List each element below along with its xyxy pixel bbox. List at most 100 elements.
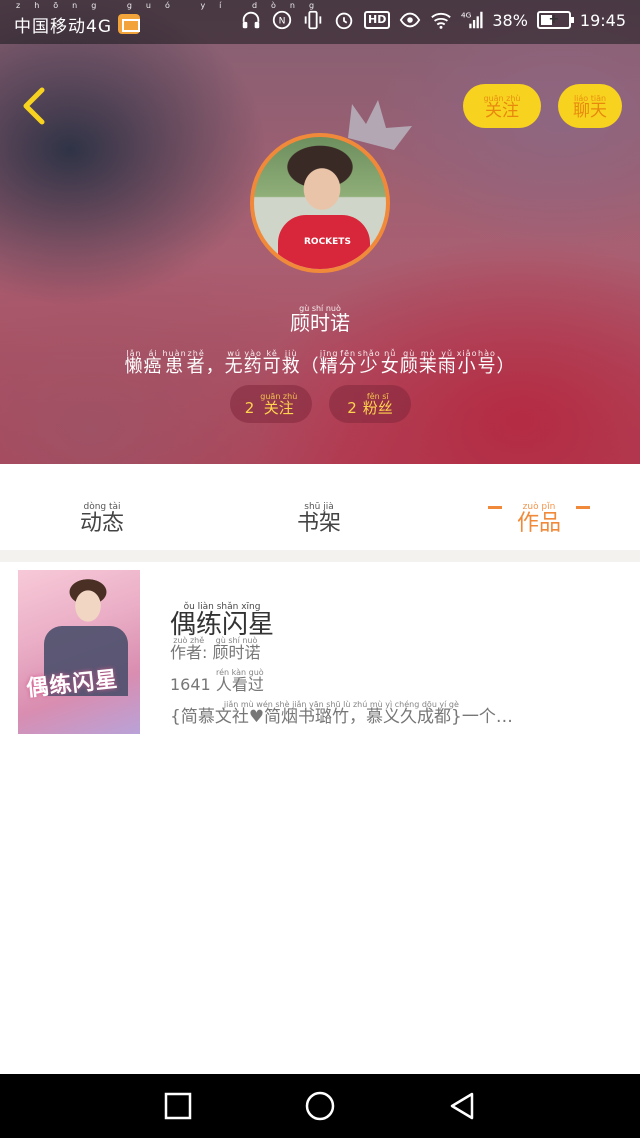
tab-works-pinyin: zuò pǐn — [522, 502, 556, 512]
bio-char: fēn 分 — [339, 349, 358, 377]
bio-char-pinyin — [308, 349, 312, 358]
fans-count-button[interactable]: 2 fěn sī 粉丝 — [329, 385, 411, 423]
chat-button[interactable]: liáo tiān 聊天 — [558, 84, 622, 128]
bio-char: ， — [206, 349, 225, 377]
follow-button[interactable]: guān zhù 关注 — [463, 84, 541, 128]
bio-char: gù 顾 — [400, 349, 419, 377]
bio-char-pinyin — [213, 349, 217, 358]
following-pinyin: guān zhù — [260, 392, 298, 402]
bio-char-pinyin: shǎo — [357, 349, 381, 358]
bio-char: （ — [301, 349, 320, 377]
bio-char-pinyin: huàn — [162, 349, 187, 358]
tab-bookshelf-pinyin: shū jià — [304, 502, 334, 512]
cover-title: 偶练闪星 — [25, 667, 120, 702]
wifi-icon — [430, 9, 452, 31]
chat-button-label: liáo tiān 聊天 — [573, 94, 607, 121]
bio-char-text: 雨 — [437, 356, 457, 377]
bio-char: lǎn 懒 — [125, 349, 144, 377]
bio-char-pinyin: lǎn — [126, 349, 142, 358]
vibrate-icon — [302, 9, 324, 31]
follow-button-label: guān zhù 关注 — [483, 94, 520, 121]
status-right: N HD 4G 38% + 19:45 — [240, 9, 626, 31]
message-notification-icon — [118, 13, 140, 34]
bio-char-text: 药 — [243, 356, 263, 377]
bio-char-text: 分 — [338, 356, 358, 377]
book-card[interactable]: 偶练闪星 ǒu liàn shǎn xīng 偶练闪星 zuò zhě 作者: … — [10, 562, 630, 742]
section-divider — [0, 550, 640, 562]
bio-char-text: 顾 — [399, 356, 419, 377]
profile-name-text: 顾时诺 — [290, 311, 350, 335]
bio-char-pinyin: mò — [420, 349, 436, 358]
bio-char-text: 者 — [186, 356, 206, 377]
system-back-button[interactable] — [446, 1090, 478, 1122]
book-description: jiǎn mù wén shè jiǎn yān shū lù zhú mù y… — [170, 692, 610, 727]
system-navigation-bar — [0, 1074, 640, 1138]
bio-char-pinyin: yǔ — [441, 349, 454, 358]
square-icon — [164, 1092, 192, 1120]
cellular-signal-icon: 4G — [461, 9, 483, 31]
bio-char: nǚ 女 — [381, 349, 400, 377]
bio-char-text: 救 — [281, 356, 301, 377]
circle-icon — [305, 1091, 335, 1121]
follow-pinyin: guān zhù — [483, 94, 521, 104]
recent-apps-button[interactable] — [162, 1090, 194, 1122]
bio-char: zhě 者 — [187, 349, 206, 377]
battery-percent: 38% — [492, 10, 528, 30]
tab-activity-label: 动态 — [80, 511, 125, 536]
hd-icon: HD — [363, 11, 391, 29]
bio-char-pinyin: xiǎo — [456, 349, 478, 358]
bio-char-pinyin: hào — [478, 349, 496, 358]
avatar-photo-detail — [278, 215, 370, 269]
following-label: guān zhù 关注 — [260, 392, 297, 417]
bio-char: yào 药 — [244, 349, 263, 377]
tab-activity[interactable]: dòng tài 动态 — [80, 490, 125, 536]
tab-bookshelf[interactable]: shū jià 书架 — [297, 490, 342, 536]
bio-char-pinyin: kě — [266, 349, 278, 358]
bio-char: shǎo 少 — [358, 349, 381, 377]
tab-works[interactable]: zuò pǐn 作品 — [480, 490, 598, 535]
bio-char-text: （ — [300, 356, 320, 377]
profile-name: gù shí nuò 顾时诺 — [0, 292, 640, 334]
carrier-text: 中国移动4G — [14, 17, 112, 37]
book-title-pinyin: ǒu liàn shǎn xīng — [183, 602, 261, 612]
headphones-icon — [240, 9, 262, 31]
bio-char: huàn 患 — [163, 349, 187, 377]
chat-pinyin: liáo tiān — [573, 94, 607, 104]
bio-char-pinyin: ái — [148, 349, 158, 358]
bio-char-text: 懒 — [124, 356, 144, 377]
triangle-back-icon — [450, 1092, 474, 1120]
bio-char: ） — [496, 349, 515, 377]
bio-char: kě 可 — [263, 349, 282, 377]
author-name-pinyin: gù shí nuò — [215, 636, 258, 645]
bio-char: ái 癌 — [144, 349, 163, 377]
svg-text:N: N — [279, 16, 286, 27]
battery-icon: + — [536, 11, 574, 29]
bio-char-text: 少 — [359, 356, 379, 377]
bio-char-text: 可 — [262, 356, 282, 377]
status-bar: zhōng guó yí dòng 中国移动4G N HD 4G 38% + 1… — [0, 0, 640, 44]
bio-char: yǔ 雨 — [438, 349, 457, 377]
chat-text: 聊天 — [573, 101, 607, 122]
back-button[interactable] — [16, 84, 56, 128]
fans-pinyin: fěn sī — [366, 392, 389, 402]
home-button[interactable] — [304, 1090, 336, 1122]
bio-char-text: ） — [496, 356, 516, 377]
tab-activity-pinyin: dòng tài — [83, 502, 121, 512]
follow-text: 关注 — [484, 101, 519, 122]
following-count-button[interactable]: 2 guān zhù 关注 — [230, 385, 312, 423]
bio-char-pinyin: wú — [227, 349, 241, 358]
bio-char-text: 号 — [477, 356, 497, 377]
tab-bookshelf-label: 书架 — [297, 511, 342, 536]
bio-char-pinyin: gù — [403, 349, 416, 358]
bio-char-text: 小 — [457, 356, 477, 377]
status-left: zhōng guó yí dòng 中国移动4G — [14, 1, 314, 37]
tab-active-indicator-left — [488, 505, 502, 509]
bio-char-text: 精 — [319, 356, 339, 377]
carrier-name: zhōng guó yí dòng 中国移动4G — [14, 1, 314, 37]
description-text: {简慕文社♥简烟书璐竹，慕义久成都}一个… — [170, 707, 513, 727]
nfc-icon: N — [271, 9, 293, 31]
eye-icon — [399, 9, 421, 31]
book-author: zuò zhě 作者: gù shí nuò 顾时诺 — [170, 636, 261, 662]
bio-char: jiù 救 — [282, 349, 301, 377]
charging-plus-icon: + — [548, 11, 560, 27]
